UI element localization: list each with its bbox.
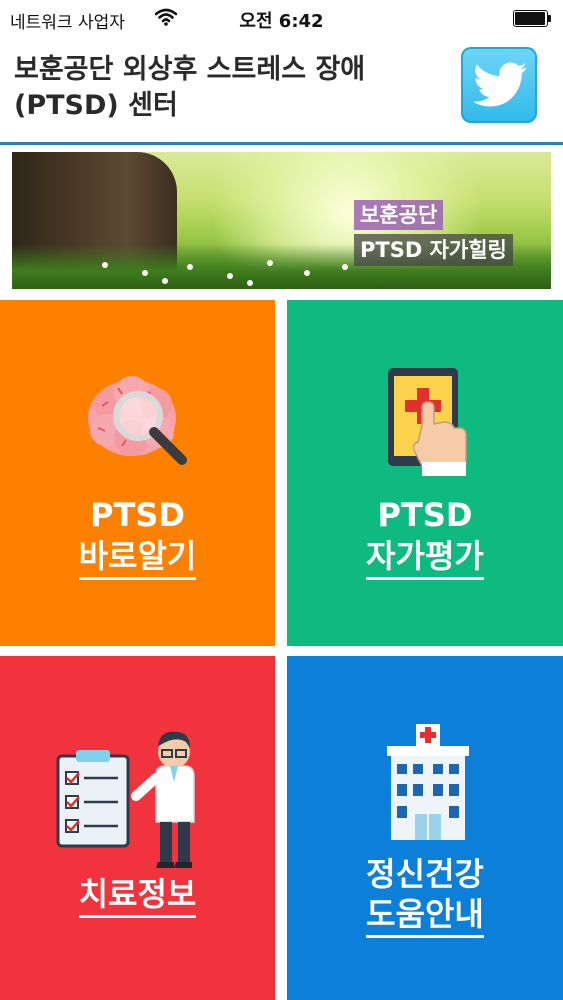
flower-dot	[342, 264, 348, 270]
tile-label-line2: 도움안내	[366, 894, 484, 938]
tile-label-line2: 치료정보	[78, 874, 197, 918]
twitter-share-button[interactable]	[461, 47, 537, 123]
tablet-touch-icon	[388, 368, 467, 476]
page-title: 보훈공단 외상후 스트레스 장애 (PTSD) 센터	[14, 54, 366, 121]
banner-tag-org: 보훈공단	[354, 200, 444, 230]
brain-magnifier-icon	[88, 376, 187, 465]
flower-dot	[227, 273, 233, 279]
flower-dot	[247, 280, 253, 286]
hospital-icon	[387, 724, 469, 840]
doctor-checklist-icon	[56, 731, 195, 868]
menu-tile-mental-health-help[interactable]: 정신건강 도움안내	[287, 656, 563, 1000]
clock: 오전 6:42	[239, 11, 324, 32]
flower-dot	[267, 260, 273, 266]
tile-label-line1: PTSD	[377, 496, 473, 534]
tile-label-line1: PTSD	[90, 496, 185, 534]
menu-tile-self-assessment[interactable]: PTSD 자가평가	[287, 300, 563, 646]
menu-tile-ptsd-info[interactable]: PTSD 바로알기	[0, 300, 275, 646]
banner-tag-title: PTSD 자가힐링	[354, 234, 513, 266]
tile-label-line2: 자가평가	[366, 536, 484, 580]
battery-icon	[513, 10, 551, 27]
flower-dot	[187, 264, 193, 270]
twitter-bird-icon	[473, 62, 527, 107]
hero-banner[interactable]: 보훈공단 PTSD 자가힐링	[12, 152, 551, 289]
tile-label-line1: 정신건강	[366, 855, 484, 893]
header-divider	[0, 142, 563, 145]
status-bar: 네트워크 사업자 오전 6:42	[0, 0, 563, 38]
flower-dot	[162, 278, 168, 284]
flower-dot	[142, 270, 148, 276]
tile-label-line2: 바로알기	[78, 536, 197, 580]
flower-dot	[102, 262, 108, 268]
flower-dot	[304, 270, 310, 276]
menu-tile-treatment-info[interactable]: 치료정보	[0, 656, 275, 1000]
